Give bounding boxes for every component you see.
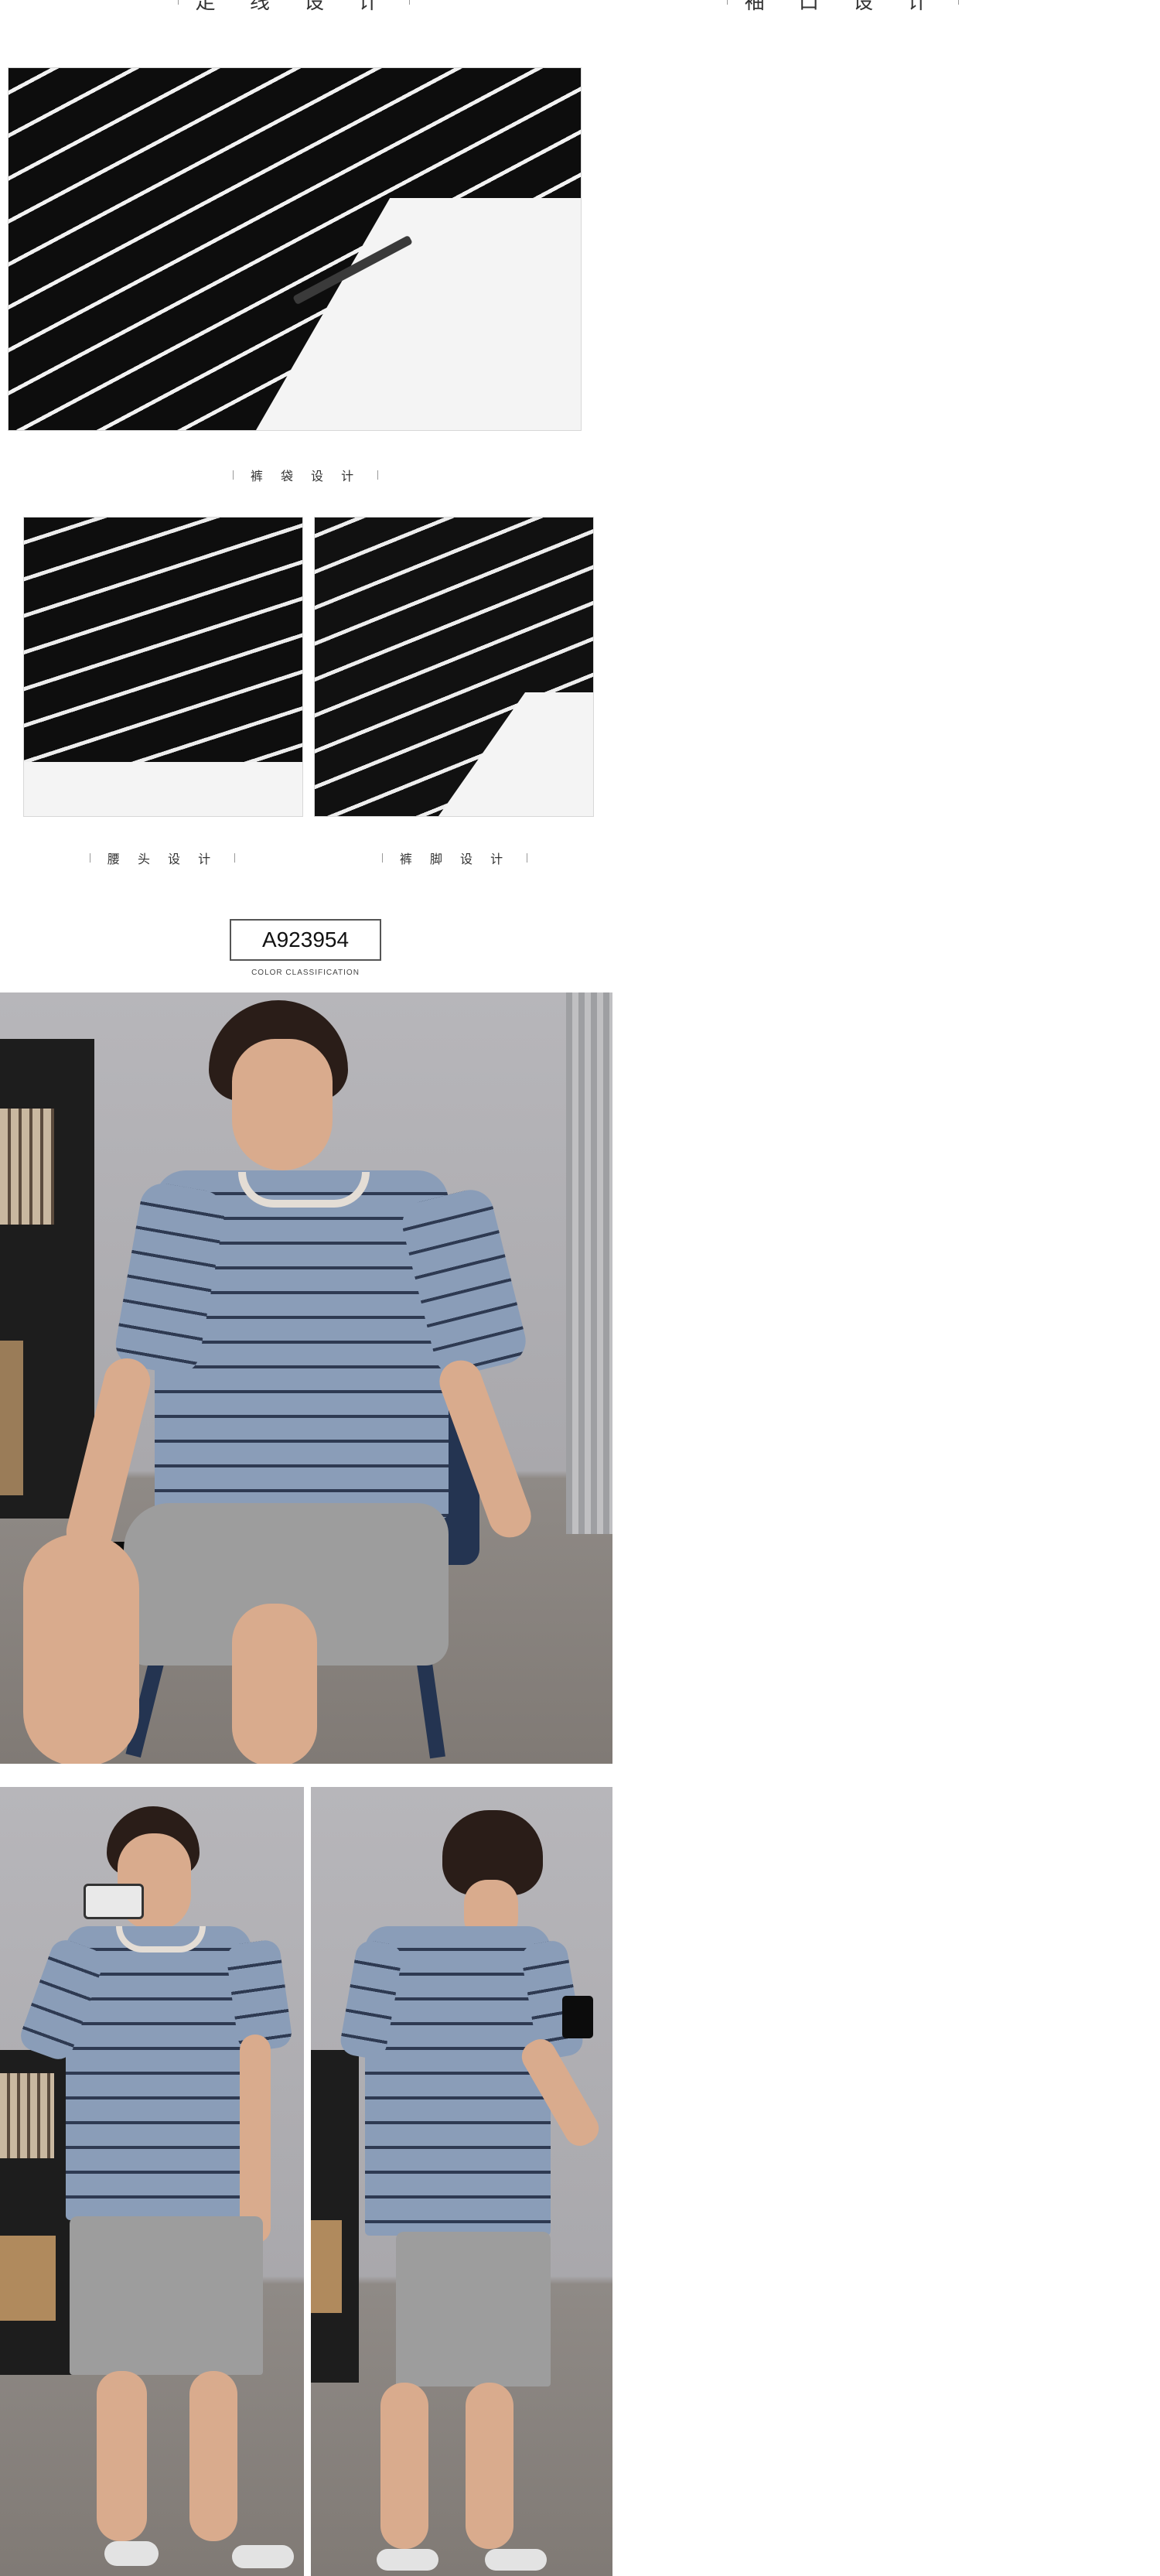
caption-tick (232, 470, 234, 480)
seated-model-photo (0, 992, 612, 1764)
books (0, 2073, 54, 2158)
caption-tick (377, 470, 379, 480)
slipper (104, 2541, 159, 2566)
caption-tick (234, 853, 236, 863)
model-code-text: A923954 (261, 928, 350, 951)
fabric-highlight (438, 692, 593, 816)
stitch-design-caption: 走 线 设 计 (178, 0, 410, 14)
face (232, 1039, 333, 1170)
caption-text: 袖 口 设 计 (744, 0, 942, 14)
camera (84, 1884, 144, 1919)
color-classification-label: COLOR CLASSIFICATION (251, 969, 360, 977)
waistband-design-caption: 腰 头 设 计 (46, 849, 278, 866)
caption-tick (409, 0, 410, 5)
collar (238, 1172, 370, 1208)
curtain (566, 992, 612, 1534)
books (0, 1109, 54, 1225)
back-view-model-photo (311, 1787, 612, 2576)
black-mug (562, 1996, 593, 2038)
leg (380, 2383, 428, 2549)
model-code-box: A923954 (230, 919, 381, 961)
cuff-design-caption: 袖 口 设 计 (727, 0, 959, 14)
front-view-model-photo (0, 1787, 304, 2576)
hem-fabric-photo (314, 517, 594, 817)
shelf-box (0, 1341, 23, 1495)
collar (116, 1926, 206, 1952)
bookshelf (311, 2050, 359, 2383)
caption-text: 走 线 设 计 (195, 0, 393, 14)
shelf-box (0, 2236, 56, 2321)
caption-tick (727, 0, 728, 5)
slipper (232, 2545, 294, 2568)
leg (97, 2371, 147, 2541)
leg (23, 1534, 139, 1764)
leg (189, 2371, 237, 2541)
grey-shorts (70, 2216, 263, 2375)
pocket-design-caption: 裤 袋 设 计 (178, 466, 433, 483)
slipper (485, 2549, 547, 2571)
arm (240, 2034, 271, 2243)
caption-text: 裤 脚 设 计 (399, 852, 510, 866)
waistband-fabric-photo (23, 517, 303, 817)
shelf-box (311, 2220, 342, 2313)
caption-tick (381, 853, 383, 863)
caption-tick (958, 0, 959, 5)
grey-shorts (396, 2232, 551, 2386)
fabric-highlight (256, 198, 581, 430)
hem-design-caption: 裤 脚 设 计 (339, 849, 571, 866)
caption-text: 腰 头 设 计 (107, 852, 218, 866)
caption-tick (178, 0, 179, 5)
fabric-highlight (24, 762, 302, 816)
leg (232, 1604, 317, 1764)
pocket-fabric-photo (8, 67, 582, 431)
leg (466, 2383, 513, 2549)
slipper (377, 2549, 438, 2571)
caption-text: 裤 袋 设 计 (250, 469, 361, 483)
